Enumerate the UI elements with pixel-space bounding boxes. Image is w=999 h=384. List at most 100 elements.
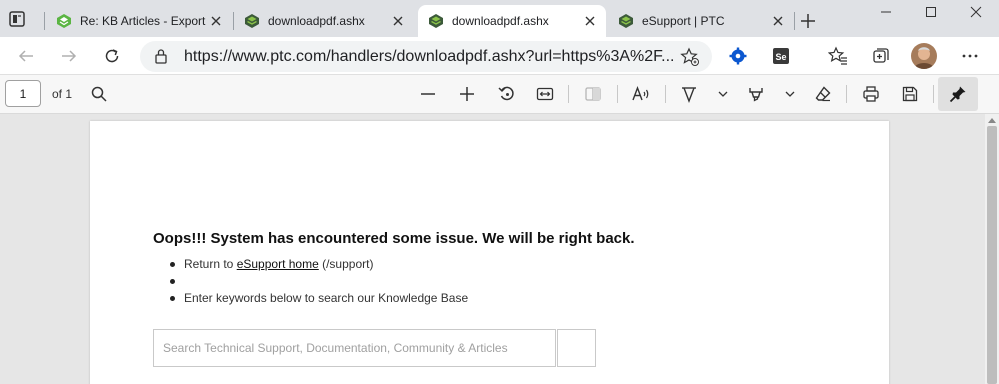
maximize-icon xyxy=(926,7,936,17)
tab-separator xyxy=(44,12,45,30)
list-item: Return to eSupport home (/support) xyxy=(170,257,468,274)
draw-options-dropdown[interactable] xyxy=(710,81,736,107)
minimize-icon xyxy=(881,11,891,13)
save-button[interactable] xyxy=(897,81,923,107)
scrollbar-thumb[interactable] xyxy=(987,126,997,384)
pdf-toolbar: 1 of 1 xyxy=(0,75,999,114)
arrow-right-icon xyxy=(62,50,77,62)
page-count: of 1 xyxy=(52,87,73,101)
knowledge-base-search-input[interactable] xyxy=(153,329,556,367)
tab-title: downloadpdf.ashx xyxy=(452,14,549,28)
search-submit-button[interactable] xyxy=(557,329,596,367)
tab-title: eSupport | PTC xyxy=(642,14,725,28)
collections-icon xyxy=(873,48,889,63)
refresh-icon xyxy=(105,49,119,63)
help-list: Return to eSupport home (/support) Enter… xyxy=(170,257,468,308)
error-heading: Oops!!! System has encountered some issu… xyxy=(153,230,635,247)
read-aloud-icon xyxy=(632,86,649,101)
tab-kb-articles[interactable]: Re: KB Articles - Export xyxy=(46,5,232,37)
list-item: Enter keywords below to search our Knowl… xyxy=(170,291,468,308)
profile-avatar[interactable] xyxy=(911,43,937,69)
ptc-icon xyxy=(618,13,634,29)
zoom-in-button[interactable] xyxy=(454,81,480,107)
draw-button[interactable] xyxy=(676,81,702,107)
toolbar-divider xyxy=(568,85,569,103)
search-icon xyxy=(91,86,107,102)
vertical-scrollbar[interactable] xyxy=(985,114,999,384)
address-bar[interactable]: https://www.ptc.com/handlers/downloadpdf… xyxy=(140,41,712,72)
scroll-up-icon[interactable] xyxy=(988,118,996,123)
maximize-button[interactable] xyxy=(907,0,955,24)
extension-settings-button[interactable] xyxy=(724,42,752,70)
draw-icon xyxy=(682,87,696,103)
toolbar-divider xyxy=(617,85,618,103)
lock-icon[interactable] xyxy=(154,48,168,67)
tab-downloadpdf-active[interactable]: downloadpdf.ashx xyxy=(418,5,606,37)
fit-width-icon xyxy=(536,87,554,101)
pin-toolbar-button[interactable] xyxy=(938,77,978,111)
list-item-text: Return to xyxy=(184,257,237,271)
close-tab-icon[interactable] xyxy=(388,11,408,31)
toolbar-divider xyxy=(933,85,934,103)
back-button[interactable] xyxy=(12,42,40,70)
pdf-page: Oops!!! System has encountered some issu… xyxy=(90,121,889,384)
list-item-text: (/support) xyxy=(318,257,374,271)
close-tab-icon[interactable] xyxy=(768,11,788,31)
tab-downloadpdf-1[interactable]: downloadpdf.ashx xyxy=(234,5,414,37)
esupport-home-link[interactable]: eSupport home xyxy=(237,257,319,271)
pin-icon xyxy=(949,86,966,103)
rotate-button[interactable] xyxy=(494,81,520,107)
url-text[interactable]: https://www.ptc.com/handlers/downloadpdf… xyxy=(184,48,674,66)
browser-toolbar: https://www.ptc.com/handlers/downloadpdf… xyxy=(0,37,999,75)
tab-separator xyxy=(794,12,795,30)
highlight-button[interactable] xyxy=(743,81,769,107)
tab-strip: Re: KB Articles - Export downloadpdf.ash… xyxy=(0,0,999,37)
highlight-icon xyxy=(749,88,763,102)
gear-icon xyxy=(729,47,747,65)
close-tab-icon[interactable] xyxy=(206,11,226,31)
favorites-icon xyxy=(828,46,847,65)
minimize-button[interactable] xyxy=(862,0,910,24)
forward-button[interactable] xyxy=(55,42,83,70)
avatar-icon xyxy=(911,43,937,69)
close-tab-icon[interactable] xyxy=(580,11,600,31)
collections-button[interactable] xyxy=(867,42,895,70)
fit-to-width-button[interactable] xyxy=(532,81,558,107)
read-aloud-button[interactable] xyxy=(628,81,654,107)
new-tab-button[interactable] xyxy=(796,9,820,33)
page-view-icon xyxy=(585,87,601,101)
ptc-icon xyxy=(244,13,260,29)
add-favorite-icon[interactable] xyxy=(680,47,700,70)
rotate-icon xyxy=(498,86,514,101)
list-item xyxy=(170,274,468,291)
favorites-button[interactable] xyxy=(824,42,852,70)
close-icon xyxy=(970,6,982,18)
plus-icon xyxy=(801,14,815,28)
minus-icon xyxy=(421,93,435,95)
chevron-down-icon xyxy=(718,91,728,97)
page-number-input[interactable]: 1 xyxy=(5,80,41,107)
tab-actions-icon[interactable] xyxy=(8,10,26,28)
page-view-button[interactable] xyxy=(580,81,606,107)
chevron-down-icon xyxy=(785,91,795,97)
print-icon xyxy=(863,86,879,102)
zoom-out-button[interactable] xyxy=(415,81,441,107)
print-button[interactable] xyxy=(858,81,884,107)
tab-esupport[interactable]: eSupport | PTC xyxy=(608,5,794,37)
pdf-viewer: Oops!!! System has encountered some issu… xyxy=(0,114,985,384)
svg-text:Se: Se xyxy=(776,52,787,62)
selenium-icon: Se xyxy=(773,48,789,64)
toolbar-divider xyxy=(846,85,847,103)
settings-menu-button[interactable] xyxy=(956,42,984,70)
ptc-community-icon xyxy=(56,13,72,29)
erase-button[interactable] xyxy=(810,81,836,107)
arrow-left-icon xyxy=(18,50,33,62)
tab-title: downloadpdf.ashx xyxy=(268,14,365,28)
save-icon xyxy=(902,86,918,102)
highlight-options-dropdown[interactable] xyxy=(777,81,803,107)
plus-icon xyxy=(460,87,474,101)
find-button[interactable] xyxy=(86,81,112,107)
close-window-button[interactable] xyxy=(952,0,999,24)
refresh-button[interactable] xyxy=(98,42,126,70)
selenium-extension-button[interactable]: Se xyxy=(767,42,795,70)
